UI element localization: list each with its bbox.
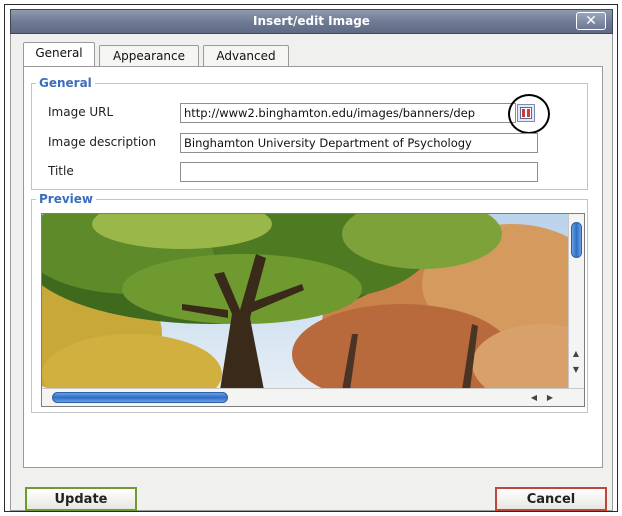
tab-general-label: General <box>35 46 83 60</box>
scroll-up-arrow-icon[interactable]: ▲ <box>570 350 582 358</box>
scroll-down-arrow-icon[interactable]: ▼ <box>570 366 582 374</box>
update-button[interactable]: Update <box>25 487 137 511</box>
preview-legend: Preview <box>39 192 94 206</box>
tab-advanced[interactable]: Advanced <box>203 45 289 66</box>
dialog-title-bar[interactable]: Insert/edit Image ✕ <box>10 9 613 34</box>
scroll-right-arrow-icon[interactable]: ▶ <box>544 394 556 402</box>
cancel-button[interactable]: Cancel <box>495 487 607 511</box>
tab-advanced-label: Advanced <box>216 49 276 63</box>
tab-general[interactable]: General <box>23 42 95 67</box>
title-label: Title <box>48 164 74 178</box>
close-button[interactable]: ✕ <box>576 12 606 30</box>
dialog-title: Insert/edit Image <box>253 14 370 28</box>
horizontal-scroll-thumb[interactable] <box>52 392 228 403</box>
general-legend: General <box>39 76 92 90</box>
scroll-left-arrow-icon[interactable]: ◀ <box>528 394 540 402</box>
image-description-input[interactable]: Binghamton University Department of Psyc… <box>180 133 538 153</box>
image-url-input[interactable]: http://www2.binghamton.edu/images/banner… <box>180 103 516 123</box>
preview-vertical-scrollbar[interactable]: ▲ ▼ <box>568 214 584 390</box>
tab-appearance-label: Appearance <box>112 49 186 63</box>
preview-image <box>42 214 570 390</box>
tab-appearance[interactable]: Appearance <box>99 45 199 66</box>
image-description-label: Image description <box>48 135 157 149</box>
highlight-circle <box>508 94 550 134</box>
preview-horizontal-scrollbar[interactable]: ◀ ▶ <box>42 388 584 406</box>
vertical-scroll-thumb[interactable] <box>571 222 582 258</box>
close-icon: ✕ <box>585 13 597 29</box>
image-url-label: Image URL <box>48 105 114 119</box>
title-input[interactable] <box>180 162 538 182</box>
preview-frame: ▲ ▼ ◀ ▶ <box>41 213 585 407</box>
